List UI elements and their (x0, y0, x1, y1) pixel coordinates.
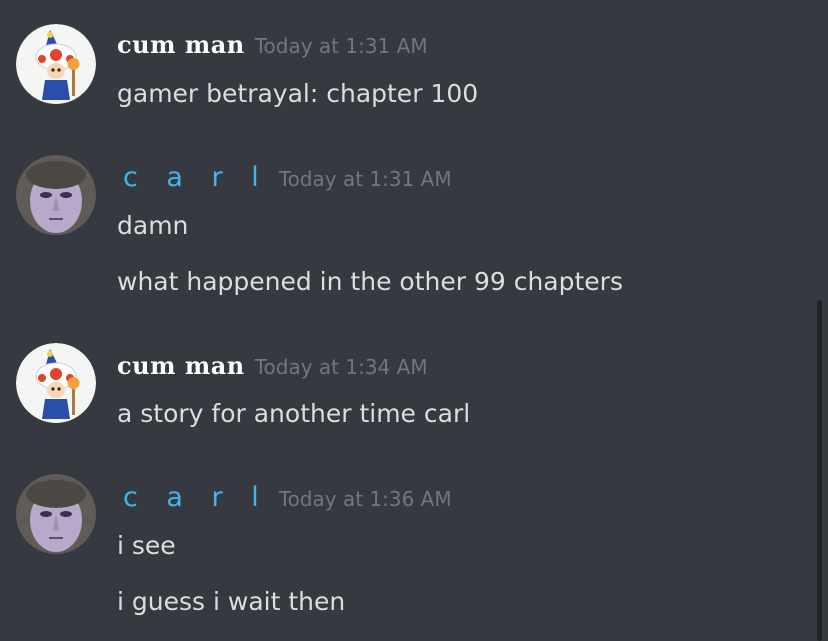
message-header: c a r l Today at 1:31 AM (117, 162, 452, 198)
message-timestamp[interactable]: Today at 1:36 AM (279, 487, 452, 511)
carl-avatar-icon[interactable] (16, 155, 96, 235)
toad-avatar-icon[interactable] (16, 24, 96, 104)
chat-message-list: cum man Today at 1:31 AM gamer betrayal:… (0, 0, 828, 641)
message-text: i guess i wait then (117, 587, 346, 616)
username[interactable]: c a r l (117, 482, 269, 513)
carl-avatar-icon[interactable] (16, 474, 96, 554)
message-text: damn (117, 211, 189, 240)
username[interactable]: cum man (117, 30, 245, 59)
username[interactable]: cum man (117, 351, 245, 380)
message-header: cum man Today at 1:31 AM (117, 30, 428, 66)
message-text: i see (117, 531, 176, 560)
message-timestamp[interactable]: Today at 1:34 AM (255, 355, 428, 379)
message-header: c a r l Today at 1:36 AM (117, 482, 452, 518)
username[interactable]: c a r l (117, 162, 269, 193)
toad-avatar-icon[interactable] (16, 343, 96, 423)
message-text: what happened in the other 99 chapters (117, 267, 623, 296)
scrollbar[interactable] (817, 300, 822, 641)
message-timestamp[interactable]: Today at 1:31 AM (255, 34, 428, 58)
message-text: a story for another time carl (117, 399, 471, 428)
message-text: gamer betrayal: chapter 100 (117, 79, 479, 108)
message-header: cum man Today at 1:34 AM (117, 351, 428, 387)
message-timestamp[interactable]: Today at 1:31 AM (279, 167, 452, 191)
